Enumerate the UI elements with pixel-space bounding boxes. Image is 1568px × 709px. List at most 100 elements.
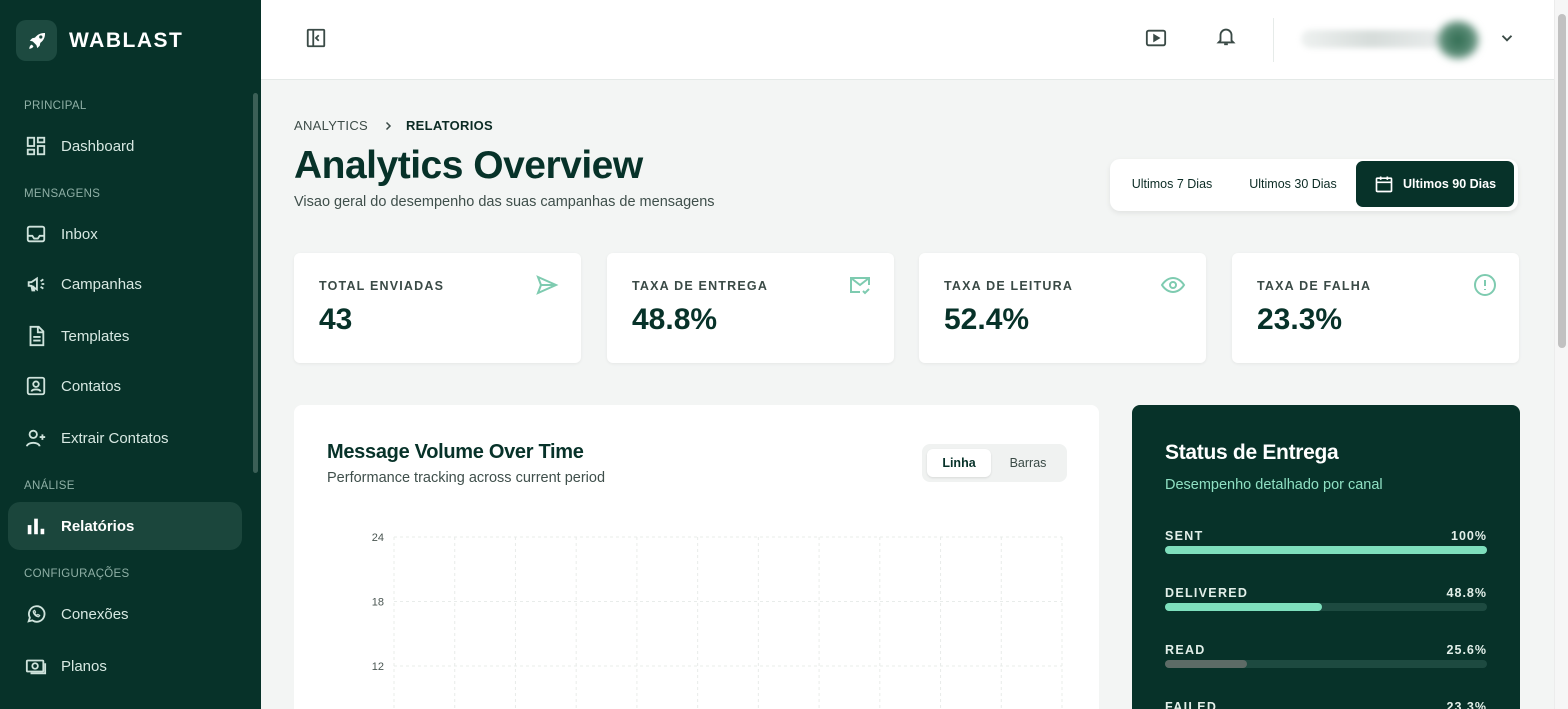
page-subtitle: Visao geral do desempenho das suas campa… bbox=[294, 194, 715, 210]
status-value: 48.8% bbox=[1446, 586, 1487, 600]
megaphone-icon bbox=[24, 272, 48, 296]
sidebar-scrollbar[interactable] bbox=[253, 93, 258, 473]
chart-title: Message Volume Over Time bbox=[327, 441, 584, 463]
sidebar-item-contatos[interactable]: Contatos bbox=[8, 362, 242, 410]
send-icon bbox=[535, 273, 561, 299]
message-volume-card: Message Volume Over Time Performance tra… bbox=[294, 405, 1099, 709]
stat-value: 23.3% bbox=[1257, 303, 1343, 336]
user-menu[interactable] bbox=[1289, 20, 1481, 60]
status-bar-fill bbox=[1165, 546, 1487, 554]
alert-circle-icon bbox=[1473, 273, 1499, 299]
status-label: READ bbox=[1165, 643, 1206, 657]
section-mensagens: MENSAGENS bbox=[24, 188, 101, 200]
inbox-icon bbox=[24, 222, 48, 246]
cash-icon bbox=[24, 654, 48, 678]
dashboard-icon bbox=[24, 134, 48, 158]
page-scrollbar[interactable] bbox=[1554, 0, 1568, 709]
page-scrollbar-thumb[interactable] bbox=[1558, 14, 1566, 348]
chevron-right-icon bbox=[382, 120, 394, 132]
stat-value: 43 bbox=[319, 303, 353, 336]
range-90-days-button[interactable]: Ultimos 90 Dias bbox=[1356, 161, 1514, 207]
sidebar-item-conexoes[interactable]: Conexões bbox=[8, 590, 242, 638]
breadcrumb-relatorios: RELATORIOS bbox=[405, 118, 494, 133]
section-analise: ANÁLISE bbox=[24, 480, 75, 492]
user-menu-dropdown-button[interactable] bbox=[1495, 28, 1519, 52]
video-tutorial-button[interactable] bbox=[1141, 26, 1171, 54]
sidebar-item-planos[interactable]: Planos bbox=[8, 642, 242, 690]
sidebar-item-inbox[interactable]: Inbox bbox=[8, 210, 242, 258]
mail-check-icon bbox=[848, 273, 874, 299]
sidebar-item-label: Conexões bbox=[61, 605, 129, 623]
stat-card-total-enviadas: TOTAL ENVIADAS 43 bbox=[294, 253, 581, 363]
status-value: 100% bbox=[1451, 529, 1487, 543]
brand-name: WABLAST bbox=[69, 28, 184, 52]
status-label: SENT bbox=[1165, 529, 1204, 543]
whatsapp-icon bbox=[24, 602, 48, 626]
stat-label: TAXA DE LEITURA bbox=[944, 279, 1074, 293]
sidebar-item-relatorios[interactable]: Relatórios bbox=[8, 502, 242, 550]
y-tick-label: 12 bbox=[372, 661, 384, 673]
stat-label: TAXA DE FALHA bbox=[1257, 279, 1372, 293]
status-track bbox=[1165, 660, 1487, 668]
delivery-status-card: Status de Entrega Desempenho detalhado p… bbox=[1132, 405, 1520, 709]
bell-icon bbox=[1215, 25, 1237, 52]
sidebar-item-label: Campanhas bbox=[61, 275, 142, 293]
brand[interactable]: WABLAST bbox=[16, 20, 183, 61]
stat-card-taxa-entrega: TAXA DE ENTREGA 48.8% bbox=[607, 253, 894, 363]
bar-chart-icon bbox=[24, 514, 48, 538]
stat-value: 48.8% bbox=[632, 303, 718, 336]
stat-value: 52.4% bbox=[944, 303, 1030, 336]
sidebar-toggle-button[interactable] bbox=[301, 26, 331, 54]
section-principal: PRINCIPAL bbox=[24, 100, 87, 112]
calendar-icon bbox=[1374, 174, 1394, 194]
sidebar-item-templates[interactable]: Templates bbox=[8, 312, 242, 360]
sidebar-item-label: Extrair Contatos bbox=[61, 429, 169, 447]
message-volume-chart: 24 18 12 bbox=[372, 532, 1063, 709]
toggle-linha-button[interactable]: Linha bbox=[927, 449, 991, 477]
page-title: Analytics Overview bbox=[294, 144, 643, 187]
y-tick-label: 18 bbox=[372, 597, 384, 609]
stat-card-taxa-falha: TAXA DE FALHA 23.3% bbox=[1232, 253, 1519, 363]
status-subtitle: Desempenho detalhado por canal bbox=[1165, 477, 1383, 493]
toggle-barras-button[interactable]: Barras bbox=[994, 449, 1062, 477]
topbar-divider bbox=[1273, 18, 1274, 62]
range-30-days-button[interactable]: Ultimos 30 Dias bbox=[1234, 161, 1352, 207]
sidebar-item-label: Inbox bbox=[61, 225, 98, 243]
chart-type-toggle: Linha Barras bbox=[922, 444, 1067, 482]
sidebar-item-label: Contatos bbox=[61, 377, 122, 395]
sidebar-item-campanhas[interactable]: Campanhas bbox=[8, 260, 242, 308]
notifications-button[interactable] bbox=[1211, 24, 1241, 52]
range-7-days-button[interactable]: Ultimos 7 Dias bbox=[1116, 161, 1228, 207]
sidebar-item-extrair-contatos[interactable]: Extrair Contatos bbox=[8, 414, 242, 462]
sidebar-item-label: Dashboard bbox=[61, 137, 135, 155]
contact-card-icon bbox=[24, 374, 48, 398]
status-label: FAILED bbox=[1165, 700, 1218, 709]
sidebar-item-label: Templates bbox=[61, 327, 130, 345]
stat-card-taxa-leitura: TAXA DE LEITURA 52.4% bbox=[919, 253, 1206, 363]
breadcrumb-analytics[interactable]: ANALYTICS bbox=[294, 118, 368, 133]
sidebar-item-label: Planos bbox=[61, 657, 107, 675]
user-plus-icon bbox=[24, 426, 48, 450]
status-title: Status de Entrega bbox=[1165, 441, 1339, 464]
eye-icon bbox=[1160, 273, 1186, 299]
chart-subtitle: Performance tracking across current peri… bbox=[327, 470, 606, 486]
panel-left-icon bbox=[305, 27, 327, 54]
document-icon bbox=[24, 324, 48, 348]
status-value: 23.3% bbox=[1446, 700, 1487, 709]
status-track bbox=[1165, 603, 1487, 611]
avatar bbox=[1437, 21, 1479, 59]
breadcrumb: ANALYTICS RELATORIOS bbox=[294, 118, 493, 133]
section-configuracoes: CONFIGURAÇÕES bbox=[24, 568, 130, 580]
range-90-days-label: Ultimos 90 Dias bbox=[1402, 177, 1497, 191]
rocket-icon bbox=[16, 20, 57, 61]
sidebar-item-dashboard[interactable]: Dashboard bbox=[8, 122, 242, 170]
play-screen-icon bbox=[1144, 27, 1168, 54]
sidebar-item-label: Relatórios bbox=[61, 517, 135, 535]
date-range-selector: Ultimos 7 Dias Ultimos 30 Dias Ultimos 9… bbox=[1110, 159, 1518, 211]
sidebar: WABLAST PRINCIPAL Dashboard MENSAGENS In… bbox=[0, 0, 261, 709]
status-bar-fill bbox=[1165, 660, 1248, 668]
status-label: DELIVERED bbox=[1165, 586, 1249, 600]
y-tick-label: 24 bbox=[372, 532, 384, 544]
status-bar-fill bbox=[1165, 603, 1323, 611]
stat-label: TOTAL ENVIADAS bbox=[319, 279, 445, 293]
